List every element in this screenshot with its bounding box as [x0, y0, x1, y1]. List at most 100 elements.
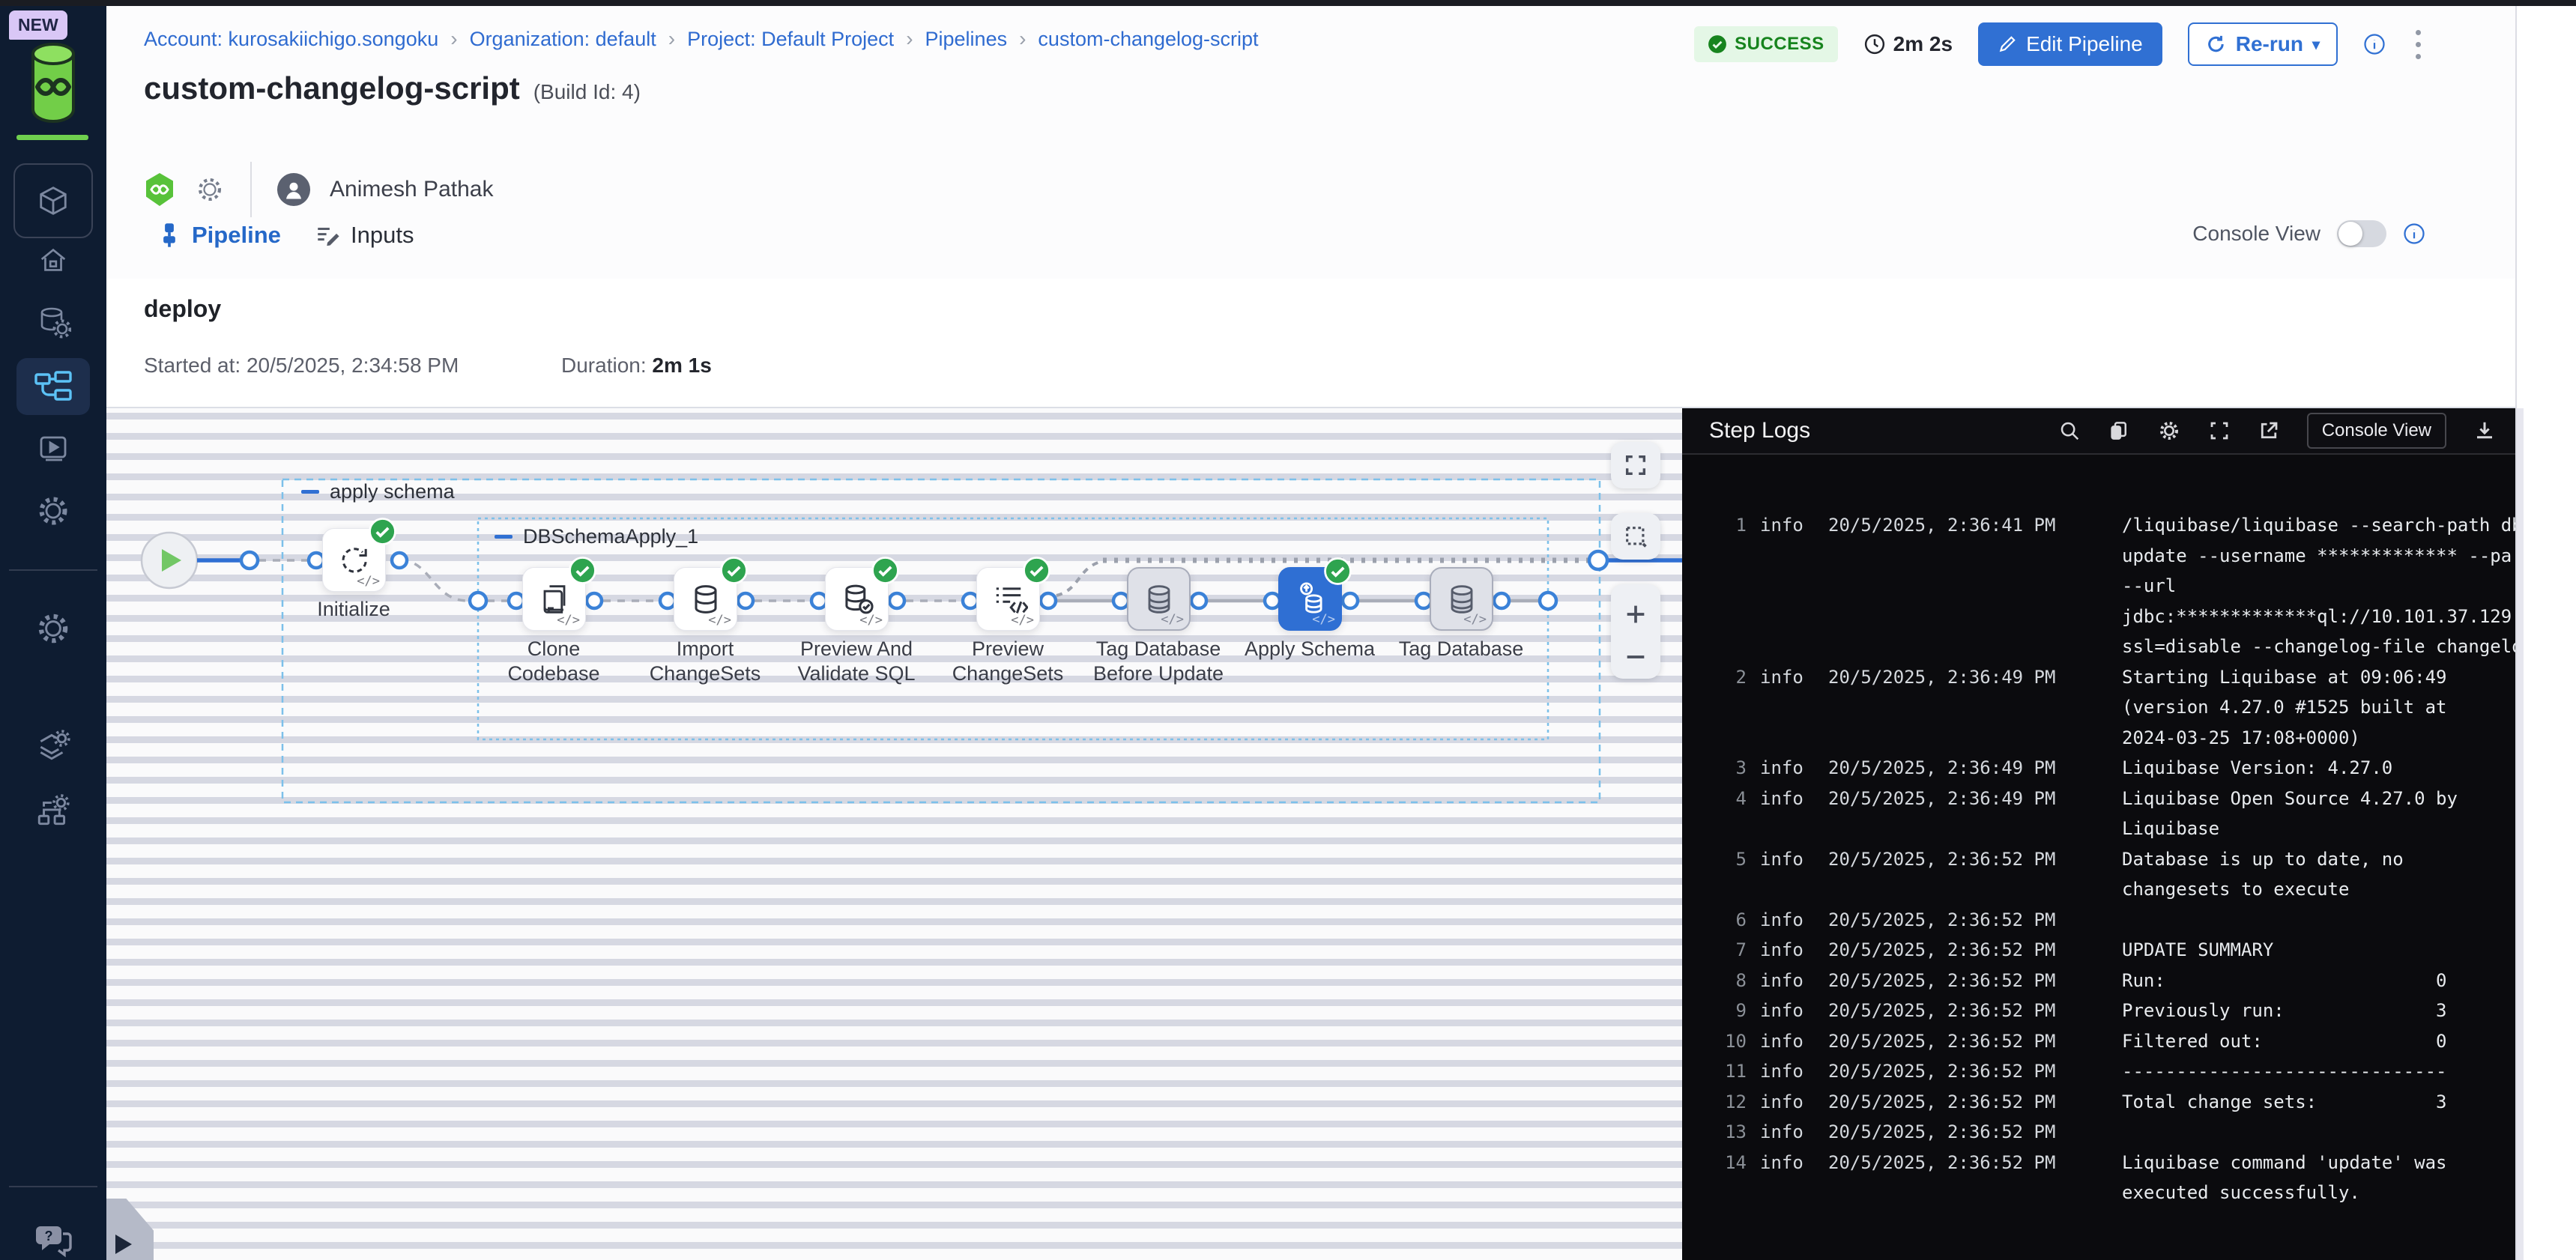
yaml-code-marker: </> — [557, 613, 580, 628]
breadcrumb-separator: › — [1019, 27, 1026, 51]
status-badge: SUCCESS — [1694, 26, 1838, 62]
pipeline-canvas[interactable]: apply schema DBSchemaApply_1 — [106, 408, 1682, 1260]
pipeline-node-import-changesets[interactable]: </> — [674, 567, 737, 631]
pipeline-node-label: Tag DatabaseBefore Update — [1083, 637, 1233, 686]
gear-icon — [34, 610, 72, 647]
search-icon[interactable] — [2058, 420, 2081, 442]
log-line: 14info20/5/2025, 2:36:52 PMLiquibase com… — [1682, 1148, 2515, 1178]
pipeline-node-initialize[interactable]: </> — [322, 528, 386, 592]
gear-icon — [35, 493, 71, 529]
sidebar: NEW — [0, 6, 106, 1260]
tab-inputs[interactable]: Inputs — [315, 222, 414, 249]
pipeline-node-apply-schema[interactable]: </> — [1278, 567, 1342, 631]
sidebar-item-hierarchy-settings[interactable] — [0, 793, 106, 830]
breadcrumb-separator: › — [450, 27, 457, 51]
breadcrumb-link[interactable]: Project: Default Project — [687, 28, 894, 51]
log-settings-gear-icon[interactable] — [2157, 419, 2181, 443]
sidebar-item-pipelines-active[interactable] — [16, 358, 90, 415]
group-label-apply-schema[interactable]: apply schema — [301, 480, 455, 503]
check-circle-icon — [1708, 34, 1727, 54]
app-root: NEW — [0, 0, 2576, 1260]
help-chat-icon: ? — [33, 1221, 73, 1259]
pipeline-node-clone-codebase[interactable]: </> — [522, 567, 586, 631]
pipeline-node-preview-changesets[interactable]: </> — [976, 567, 1040, 631]
tab-pipeline[interactable]: Pipeline — [157, 222, 281, 249]
console-view-toggle[interactable] — [2337, 220, 2386, 247]
pipeline-node-label: Initialize — [279, 597, 429, 622]
yaml-code-marker: </> — [708, 613, 731, 628]
breadcrumb-link[interactable]: Account: kurosakiichigo.songoku — [144, 28, 438, 51]
page-scrollbar-gutter[interactable] — [2515, 6, 2576, 1260]
breadcrumb-link[interactable]: Organization: default — [470, 28, 656, 51]
edit-pipeline-button[interactable]: Edit Pipeline — [1978, 22, 2162, 66]
log-line: ssl=disable --changelog-file changelo — [1682, 631, 2515, 662]
sidebar-item-settings-2[interactable] — [0, 610, 106, 647]
stage-summary: deploy Started at: 20/5/2025, 2:34:58 PM… — [106, 279, 2515, 408]
more-options-menu[interactable] — [2411, 25, 2425, 64]
info-icon[interactable] — [2363, 33, 2386, 55]
breadcrumb-link[interactable]: Pipelines — [925, 28, 1008, 51]
success-check-icon — [1324, 557, 1352, 585]
hierarchy-gear-icon — [34, 793, 72, 830]
log-line: 11info20/5/2025, 2:36:52 PM-------------… — [1682, 1056, 2515, 1087]
console-view-label: Console View — [2192, 222, 2320, 246]
database-devops-logo-icon[interactable] — [27, 40, 79, 123]
clock-icon — [1863, 33, 1886, 55]
step-logs-body[interactable]: 1info20/5/2025, 2:36:41 PM/liquibase/liq… — [1682, 456, 2515, 1260]
pipeline-node-label: CloneCodebase — [479, 637, 629, 686]
collapse-icon — [495, 535, 513, 539]
sidebar-item-db-settings[interactable] — [0, 303, 106, 339]
new-badge: NEW — [9, 10, 67, 40]
info-icon[interactable] — [2403, 222, 2425, 245]
group-label-dbschemaapply[interactable]: DBSchemaApply_1 — [495, 525, 698, 548]
collapse-icon — [301, 490, 319, 494]
log-line: --url — [1682, 571, 2515, 602]
sidebar-item-module[interactable] — [13, 163, 93, 238]
pipeline-tab-icon — [157, 222, 181, 248]
copy-icon[interactable] — [2108, 420, 2130, 442]
canvas-fullscreen-button[interactable] — [1611, 442, 1660, 488]
console-view-button[interactable]: Console View — [2307, 413, 2446, 449]
sidebar-item-home[interactable] — [0, 243, 106, 277]
browser-chrome-strip — [0, 0, 2576, 6]
sidebar-divider-2 — [9, 1186, 97, 1187]
log-line: update --username ************* --pa — [1682, 541, 2515, 572]
home-icon — [36, 243, 70, 277]
step-logs-header: Step Logs Console View — [1682, 408, 2515, 455]
zoom-out-icon[interactable] — [1623, 652, 1648, 661]
zoom-in-icon[interactable] — [1623, 602, 1648, 627]
rerun-button[interactable]: Re-run ▾ — [2188, 22, 2338, 66]
log-line: 2024-03-25 17:08+0000) — [1682, 723, 2515, 754]
pipeline-node-label: Tag Database — [1386, 637, 1536, 661]
log-line: 4info20/5/2025, 2:36:49 PMLiquibase Open… — [1682, 784, 2515, 814]
open-external-icon[interactable] — [2258, 420, 2280, 442]
log-line: (version 4.27.0 #1525 built at — [1682, 692, 2515, 723]
stage-name: deploy — [144, 295, 221, 323]
log-line: 3info20/5/2025, 2:36:49 PMLiquibase Vers… — [1682, 753, 2515, 784]
sidebar-item-help[interactable]: ? — [0, 1221, 106, 1259]
canvas-marquee-select-button[interactable] — [1611, 513, 1660, 560]
fullscreen-icon — [1623, 452, 1648, 478]
log-line: 12info20/5/2025, 2:36:52 PMTotal change … — [1682, 1087, 2515, 1118]
database-gear-icon — [35, 303, 71, 339]
step-logs-title: Step Logs — [1709, 418, 1810, 443]
breadcrumb-link[interactable]: custom-changelog-script — [1038, 28, 1258, 51]
log-line: 7info20/5/2025, 2:36:52 PMUPDATE SUMMARY — [1682, 935, 2515, 966]
download-icon[interactable] — [2473, 420, 2496, 442]
sidebar-item-executions[interactable] — [0, 430, 106, 466]
sidebar-item-settings-1[interactable] — [0, 493, 106, 529]
success-check-icon — [1023, 557, 1050, 584]
sidebar-item-layers-settings[interactable] — [0, 727, 106, 764]
total-duration: 2m 2s — [1863, 32, 1953, 56]
expand-logs-icon[interactable] — [2208, 420, 2231, 442]
expand-arrow-icon — [115, 1235, 132, 1254]
log-line: executed successfully. — [1682, 1178, 2515, 1208]
success-check-icon — [369, 518, 396, 545]
pipeline-node-preview-and-validate-sql[interactable]: </> — [825, 567, 889, 631]
pipeline-node-tag-database-before-update[interactable]: </> — [1127, 567, 1191, 631]
logo-underline — [16, 135, 88, 140]
play-box-icon — [35, 430, 71, 466]
svg-text:?: ? — [45, 1229, 53, 1244]
breadcrumb-separator: › — [906, 27, 913, 51]
pipeline-node-tag-database[interactable]: </> — [1430, 567, 1493, 631]
